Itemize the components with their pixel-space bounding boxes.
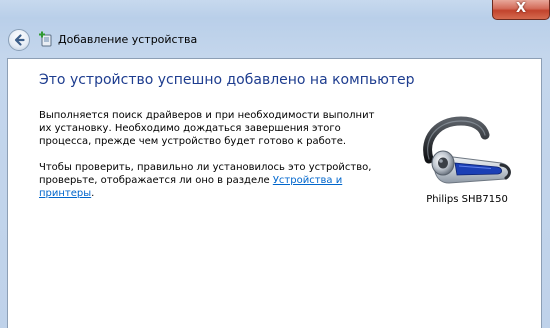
content-panel: Это устройство успешно добавлено на комп…: [7, 58, 542, 328]
add-device-icon: [39, 31, 52, 47]
page-heading: Это устройство успешно добавлено на комп…: [39, 72, 415, 88]
window-frame: X Добавление устройства Это устройство у…: [0, 0, 550, 328]
back-arrow-icon: [14, 34, 25, 46]
check-paragraph-end: .: [91, 188, 95, 199]
back-button[interactable]: [8, 29, 30, 51]
device-name: Philips SHB7150: [426, 194, 508, 205]
window-title: Добавление устройства: [58, 33, 198, 46]
close-icon: X: [515, 1, 527, 16]
check-paragraph: Чтобы проверить, правильно ли установило…: [39, 161, 379, 200]
bluetooth-headset-icon: [423, 116, 511, 184]
info-paragraph: Выполняется поиск драйверов и при необхо…: [39, 110, 375, 147]
close-button[interactable]: X: [492, 0, 550, 20]
